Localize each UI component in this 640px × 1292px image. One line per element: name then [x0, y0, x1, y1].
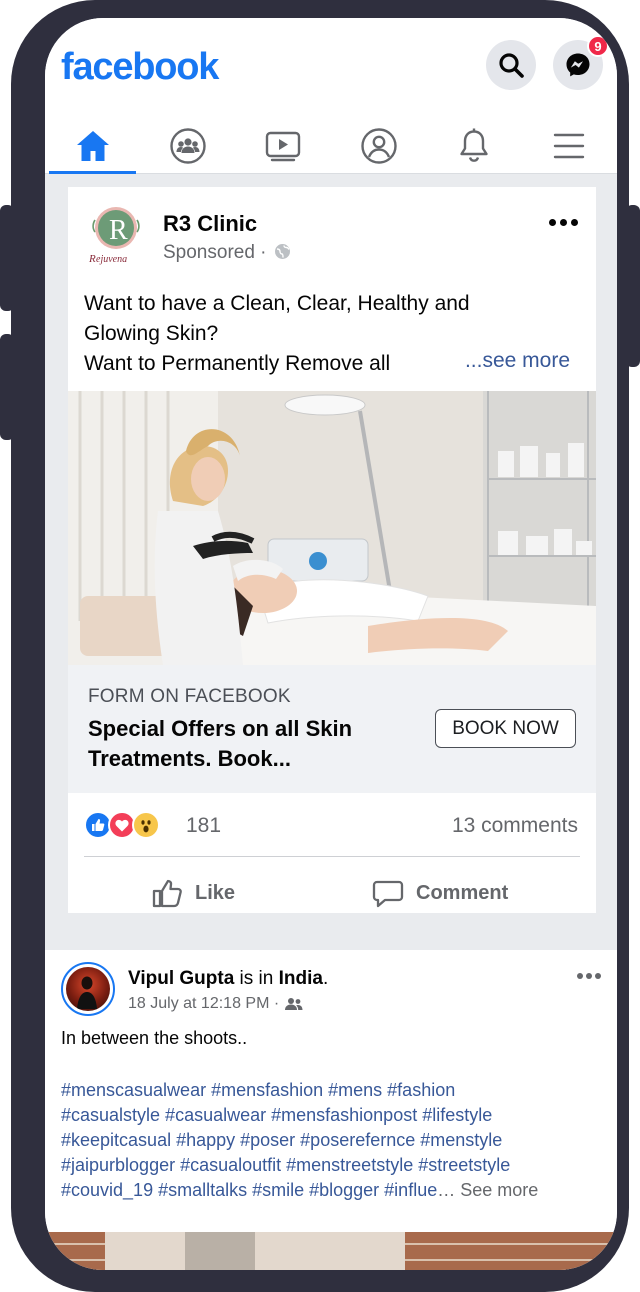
facebook-logo[interactable]: facebook — [61, 46, 219, 89]
app-screen: facebook 9 R R ejuvena R3 Clinic Sponsor… — [45, 18, 617, 1270]
more-dot-icon — [577, 973, 583, 979]
author-name[interactable]: Vipul Gupta — [128, 968, 234, 989]
sponsored-post-card: R R ejuvena R3 Clinic Sponsored · Want t… — [68, 187, 596, 913]
svg-text:R: R — [88, 253, 96, 265]
messenger-button[interactable]: 9 — [553, 35, 609, 90]
post-text-line: Want to have a Clean, Clear, Healthy and — [84, 292, 470, 315]
more-dot-icon — [549, 219, 556, 226]
bell-icon — [460, 128, 488, 162]
nav-bar — [45, 118, 617, 174]
like-label: Like — [195, 881, 236, 904]
groups-icon — [170, 127, 206, 164]
location-link[interactable]: India — [279, 968, 323, 989]
comment-label: Comment — [416, 881, 509, 904]
messenger-badge: 9 — [587, 35, 609, 57]
post-image[interactable] — [45, 1232, 617, 1270]
see-more-link[interactable]: ...see more — [465, 349, 570, 373]
hamburger-icon — [554, 133, 585, 158]
comment-button[interactable]: Comment — [372, 877, 508, 909]
like-button[interactable]: Like — [151, 877, 235, 909]
avatar — [66, 967, 110, 1011]
svg-text:ejuvena: ejuvena — [96, 254, 127, 265]
comment-count[interactable]: 13 comments — [452, 814, 578, 838]
tab-watch[interactable] — [236, 118, 331, 173]
post-caption: In between the shoots.. — [61, 1028, 248, 1048]
video-icon — [266, 131, 301, 161]
more-dot-icon — [586, 973, 592, 979]
tab-groups[interactable] — [140, 118, 235, 173]
page-name[interactable]: R3 Clinic — [163, 211, 257, 237]
author-avatar[interactable] — [61, 962, 115, 1016]
top-bar: facebook 9 — [45, 18, 617, 118]
author-line: Vipul Gupta is in India. — [128, 968, 329, 989]
messenger-icon — [566, 53, 590, 77]
more-dot-icon — [595, 973, 601, 979]
cta-section: FORM ON FACEBOOK Special Offers on all S… — [68, 665, 596, 793]
more-dot-icon — [571, 219, 578, 226]
see-more-link[interactable]: … See more — [437, 1180, 538, 1200]
globe-icon — [274, 244, 290, 259]
hashtags[interactable]: #menscasualwear #mensfashion #mens #fash… — [61, 1078, 606, 1203]
sponsored-label: Sponsored · — [163, 242, 291, 264]
clinic-avatar[interactable]: R R ejuvena — [85, 204, 147, 266]
tab-profile[interactable] — [331, 118, 426, 173]
friends-audience-icon — [285, 998, 303, 1010]
wow-reaction-icon — [132, 811, 160, 839]
tab-home[interactable] — [45, 118, 140, 174]
post-meta: 18 July at 12:18 PM · — [128, 995, 303, 1013]
svg-text:R: R — [109, 215, 128, 246]
book-now-button[interactable]: BOOK NOW — [435, 709, 576, 748]
profile-icon — [360, 127, 397, 164]
more-dot-icon — [560, 219, 567, 226]
search-button[interactable] — [486, 40, 536, 90]
reaction-count[interactable]: 181 — [186, 814, 221, 838]
tab-notifications[interactable] — [426, 118, 521, 173]
thumbs-up-icon — [152, 879, 182, 908]
post-timestamp[interactable]: 18 July at 12:18 PM · — [128, 995, 279, 1013]
post-options-button[interactable] — [577, 973, 601, 979]
tab-menu[interactable] — [522, 118, 617, 173]
home-icon — [76, 130, 109, 161]
post-text-line: Glowing Skin? — [84, 322, 219, 345]
feed-post-card: Vipul Gupta is in India. 18 July at 12:1… — [45, 950, 617, 1270]
search-icon — [499, 53, 524, 78]
actions-divider — [84, 856, 580, 857]
phone-frame: facebook 9 R R ejuvena R3 Clinic Sponsor… — [11, 0, 629, 1292]
cta-kicker: FORM ON FACEBOOK — [88, 686, 291, 707]
post-options-button[interactable] — [549, 219, 578, 226]
cta-title[interactable]: Special Offers on all Skin Treatments. B… — [88, 714, 398, 774]
comment-bubble-icon — [372, 880, 404, 908]
ad-image[interactable] — [68, 391, 596, 665]
reaction-icons[interactable] — [84, 811, 160, 839]
